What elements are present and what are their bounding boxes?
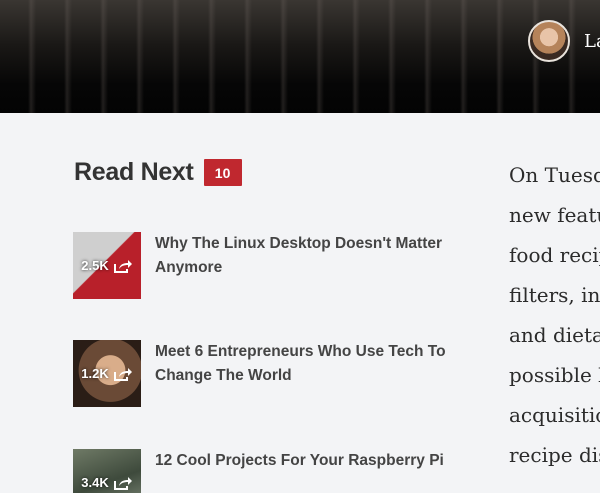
article-title-link[interactable]: 12 Cool Projects For Your Raspberry Pi [155, 449, 444, 493]
read-next-count-badge: 10 [203, 159, 242, 186]
share-icon [113, 367, 132, 381]
article-line: filters, in [509, 283, 600, 307]
share-icon [113, 259, 132, 273]
share-icon [113, 476, 132, 490]
article-line: possible b [509, 363, 600, 387]
article-line: acquisitio [509, 403, 600, 427]
article-title-link[interactable]: Why The Linux Desktop Doesn't Matter Any… [155, 232, 473, 299]
article-title-link[interactable]: Meet 6 Entrepreneurs Who Use Tech To Cha… [155, 340, 473, 407]
author-byline[interactable]: La [528, 20, 600, 62]
author-name[interactable]: La [584, 31, 600, 52]
share-count: 1.2K [81, 366, 109, 381]
article-thumbnail[interactable]: 1.2K [73, 340, 141, 407]
article-thumbnail[interactable]: 2.5K [73, 232, 141, 299]
list-item[interactable]: 1.2K Meet 6 Entrepreneurs Who Use Tech T… [73, 340, 473, 407]
article-line: food recip [509, 243, 600, 267]
article-line: recipe dis [509, 443, 600, 467]
author-avatar[interactable] [528, 20, 570, 62]
list-item[interactable]: 3.4K 12 Cool Projects For Your Raspberry… [73, 449, 473, 493]
article-thumbnail[interactable]: 3.4K [73, 449, 141, 493]
article-body: On Tuesd new featu food recip filters, i… [509, 155, 600, 475]
list-item[interactable]: 2.5K Why The Linux Desktop Doesn't Matte… [73, 232, 473, 299]
read-next-title: Read Next [74, 158, 194, 186]
share-count: 2.5K [81, 258, 109, 273]
article-line: On Tuesd [509, 163, 600, 187]
article-line: new featu [509, 203, 600, 227]
read-next-header: Read Next 10 [74, 158, 242, 187]
share-count: 3.4K [81, 475, 109, 490]
article-line: and dieta [509, 323, 600, 347]
hero-banner: La [0, 0, 600, 113]
